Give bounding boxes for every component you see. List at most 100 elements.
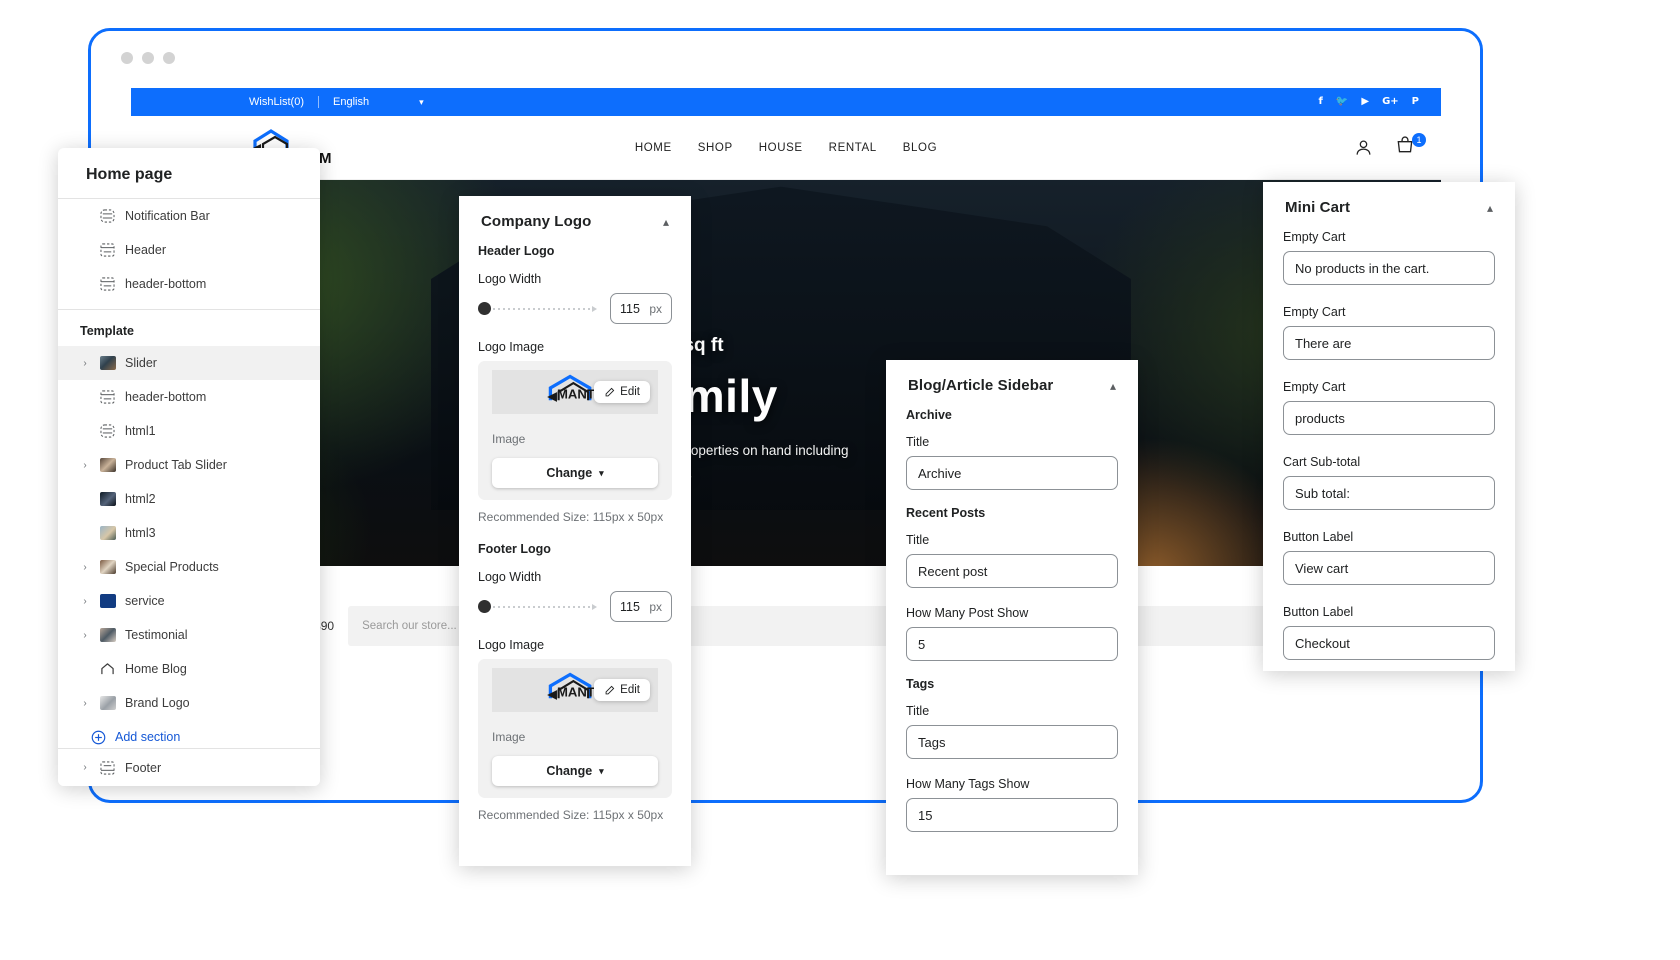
empty-cart-label-2: Empty Cart [1283, 305, 1495, 319]
chevron-down-icon: ▾ [599, 766, 604, 777]
mini-cart-panel: Mini Cart ▴ Empty Cart No products in th… [1263, 182, 1515, 671]
header-logo-edit-button[interactable]: Edit [594, 381, 650, 403]
empty-cart-input-3[interactable]: products [1283, 401, 1495, 435]
sidebar-item-label: header-bottom [125, 390, 206, 404]
sidebar-item-brand-logo[interactable]: › Brand Logo [58, 686, 320, 720]
language-selector-label[interactable]: English [319, 96, 369, 108]
sidebar-item-product-tab-slider[interactable]: › Product Tab Slider [58, 448, 320, 482]
sidebar-item-header[interactable]: › Header [58, 233, 320, 267]
home-icon [99, 662, 116, 677]
footer-logo-recommended-size: Recommended Size: 115px x 50px [478, 808, 672, 822]
sidebar-item-testimonial[interactable]: › Testimonial [58, 618, 320, 652]
company-logo-panel: Company Logo ▴ Header Logo Logo Width 11… [459, 196, 691, 866]
nav-item-shop[interactable]: SHOP [698, 142, 733, 154]
window-maximize-dot[interactable] [163, 52, 175, 64]
sidebar-item-label: Home Blog [125, 662, 187, 676]
notification-left-group: WishList(0) English ▾ [249, 96, 424, 108]
nav-item-blog[interactable]: BLOG [903, 142, 937, 154]
header-logo-width-slider[interactable] [478, 304, 597, 314]
cart-sub-total-input[interactable]: Sub total: [1283, 476, 1495, 510]
wishlist-link[interactable]: WishList(0) [249, 96, 319, 108]
header-section-glyph [100, 277, 115, 291]
facebook-icon[interactable]: f [1319, 97, 1323, 107]
social-icon-group: f 🐦 ▶ G+ P [1319, 88, 1419, 116]
edit-label: Edit [620, 684, 640, 696]
header-logo-image-card: MANTR Edit Image Change ▾ [478, 361, 672, 500]
sidebar-item-header-bottom[interactable]: › header-bottom [58, 267, 320, 301]
sidebar-item-slider[interactable]: › Slider [58, 346, 320, 380]
footer-logo-edit-button[interactable]: Edit [594, 679, 650, 701]
header-logo-recommended-size: Recommended Size: 115px x 50px [478, 510, 672, 524]
button-label-view-cart-input[interactable]: View cart [1283, 551, 1495, 585]
panel-title: Mini Cart [1285, 199, 1350, 216]
sidebar-item-html1[interactable]: › html1 [58, 414, 320, 448]
footer-logo-width-unit: px [649, 600, 662, 614]
sidebar-item-header-bottom-2[interactable]: › header-bottom [58, 380, 320, 414]
chevron-right-icon[interactable]: › [80, 596, 90, 607]
window-minimize-dot[interactable] [142, 52, 154, 64]
chevron-right-icon[interactable]: › [80, 358, 90, 369]
chevron-right-icon[interactable]: › [80, 762, 90, 773]
tags-group-label: Tags [906, 677, 1118, 691]
youtube-icon[interactable]: ▶ [1361, 97, 1369, 107]
nav-item-rental[interactable]: RENTAL [829, 142, 877, 154]
header-logo-width-input[interactable]: 115 px [610, 293, 672, 324]
google-plus-icon[interactable]: G+ [1382, 97, 1399, 107]
header-section-icon [99, 243, 116, 258]
account-icon[interactable] [1354, 138, 1373, 157]
sidebar-item-notification-bar[interactable]: › Notification Bar [58, 199, 320, 233]
chevron-right-icon[interactable]: › [80, 562, 90, 573]
twitter-icon[interactable]: 🐦 [1336, 97, 1348, 107]
panel-title: Company Logo [481, 213, 591, 230]
footer-logo-width-input[interactable]: 115 px [610, 591, 672, 622]
slider-handle[interactable] [478, 600, 491, 613]
header-section-glyph [100, 243, 115, 257]
slider-arrow-icon [592, 306, 597, 312]
sidebar-item-home-blog[interactable]: › Home Blog [58, 652, 320, 686]
archive-title-label: Title [906, 435, 1118, 449]
sidebar-top-group: › Notification Bar › Header › [58, 199, 320, 301]
window-close-dot[interactable] [121, 52, 133, 64]
sidebar-item-label: Product Tab Slider [125, 458, 227, 472]
cart-button[interactable]: 1 [1395, 135, 1415, 160]
chevron-down-icon[interactable]: ▾ [419, 97, 424, 108]
empty-cart-input-1[interactable]: No products in the cart. [1283, 251, 1495, 285]
company-logo-panel-header: Company Logo ▴ [459, 196, 691, 244]
chevron-right-icon[interactable]: › [80, 698, 90, 709]
button-label-checkout-input[interactable]: Checkout [1283, 626, 1495, 660]
section-dashed-icon [99, 424, 116, 439]
sidebar-item-footer[interactable]: › Footer [58, 748, 320, 786]
header-logo-change-button[interactable]: Change ▾ [492, 458, 658, 488]
nav-item-house[interactable]: HOUSE [759, 142, 803, 154]
sidebar-item-html2[interactable]: › html2 [58, 482, 320, 516]
chevron-up-icon[interactable]: ▴ [663, 215, 669, 229]
chevron-right-icon[interactable]: › [80, 630, 90, 641]
sidebar-item-label: header-bottom [125, 277, 206, 291]
chevron-up-icon[interactable]: ▴ [1487, 201, 1493, 215]
header-logo-width-value: 115 [620, 302, 640, 316]
nav-item-home[interactable]: HOME [635, 142, 672, 154]
tags-title-input[interactable]: Tags [906, 725, 1118, 759]
how-many-post-show-input[interactable]: 5 [906, 627, 1118, 661]
footer-logo-change-button[interactable]: Change ▾ [492, 756, 658, 786]
recent-posts-title-input[interactable]: Recent post [906, 554, 1118, 588]
empty-cart-input-2[interactable]: There are [1283, 326, 1495, 360]
header-logo-width-row: 115 px [478, 293, 672, 324]
cart-count-badge: 1 [1412, 133, 1426, 147]
archive-title-input[interactable]: Archive [906, 456, 1118, 490]
pinterest-icon[interactable]: P [1412, 97, 1419, 107]
cart-sub-total-label: Cart Sub-total [1283, 455, 1495, 469]
footer-logo-group-label: Footer Logo [478, 542, 672, 556]
header-logo-width-unit: px [649, 302, 662, 316]
sidebar-item-service[interactable]: › service [58, 584, 320, 618]
slider-handle[interactable] [478, 302, 491, 315]
chevron-down-icon: ▾ [599, 468, 604, 479]
footer-logo-width-slider[interactable] [478, 602, 597, 612]
sidebar-item-special-products[interactable]: › Special Products [58, 550, 320, 584]
how-many-tags-show-input[interactable]: 15 [906, 798, 1118, 832]
chevron-up-icon[interactable]: ▴ [1110, 379, 1116, 393]
chevron-right-icon[interactable]: › [80, 460, 90, 471]
sidebar-item-html3[interactable]: › html3 [58, 516, 320, 550]
product-tab-thumbnail-icon [99, 458, 116, 473]
header-logo-group-label: Header Logo [478, 244, 672, 258]
